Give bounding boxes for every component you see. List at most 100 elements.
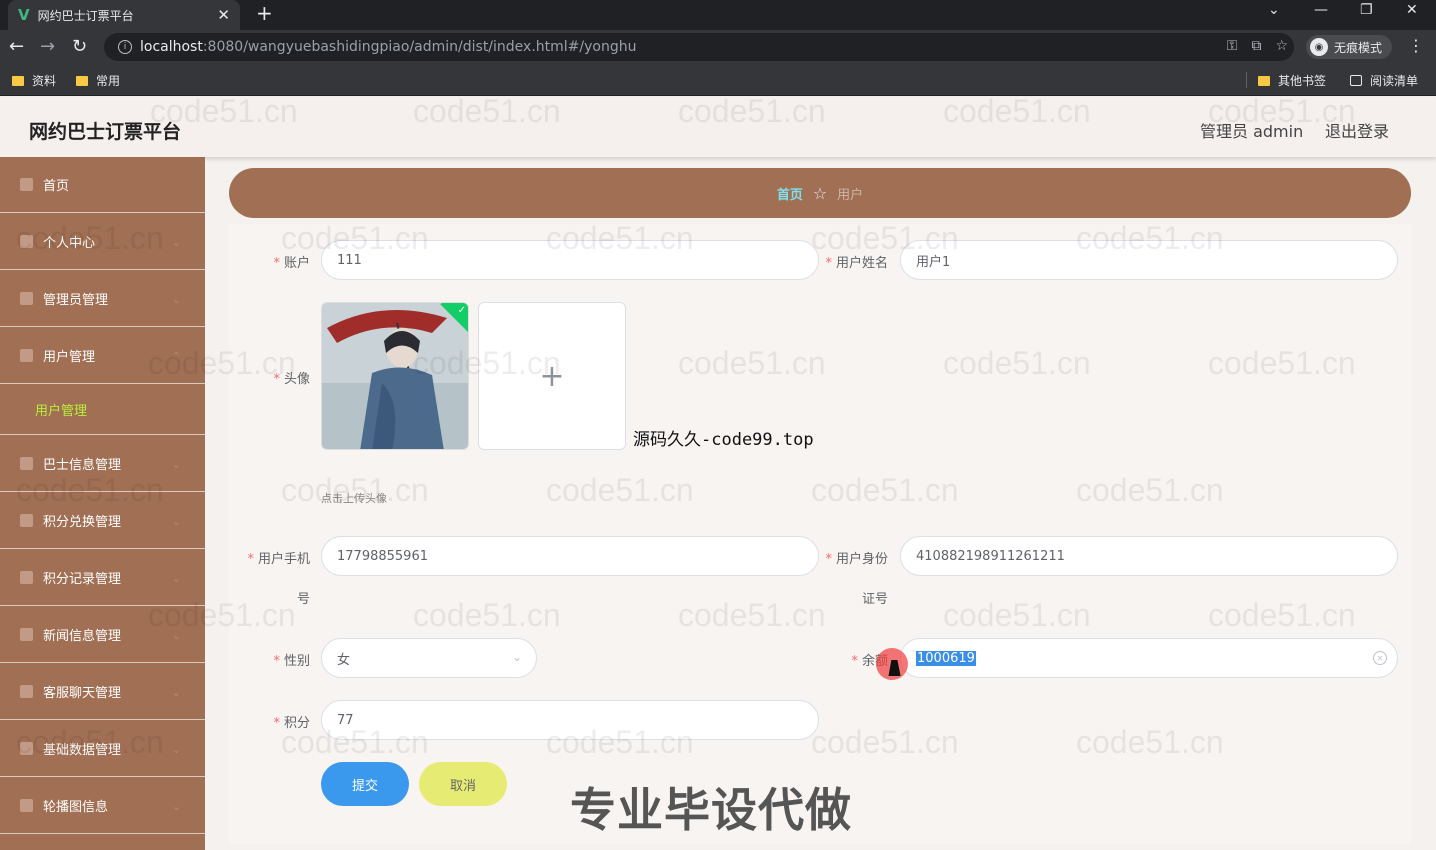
sidebar-item-points-log[interactable]: 积分记录管理 ⌄ — [0, 550, 205, 606]
clear-icon[interactable]: ✕ — [1373, 651, 1387, 665]
avatar-image[interactable]: ✓ — [321, 302, 469, 450]
star-icon: ☆ — [812, 183, 828, 203]
points-input[interactable]: 77 — [321, 700, 819, 740]
chevron-down-icon: ⌄ — [171, 800, 181, 813]
chevron-down-icon: ⌄ — [171, 236, 181, 249]
chevron-down-icon: ⌄ — [171, 572, 181, 585]
admin-label: 管理员 admin — [1200, 122, 1304, 141]
submit-button[interactable]: 提交 — [321, 762, 409, 806]
sidebar-item-exchange[interactable]: 积分兑换管理 ⌄ — [0, 493, 205, 549]
breadcrumb: 首页 ☆ 用户 — [229, 168, 1411, 218]
sidebar-subitem-users[interactable]: 用户管理 — [0, 385, 205, 435]
window-close-icon[interactable]: ✕ — [1406, 2, 1418, 18]
sidebar-item-profile[interactable]: 个人中心 ⌄ — [0, 214, 205, 270]
username-input[interactable]: 用户1 — [900, 240, 1398, 280]
cancel-button[interactable]: 取消 — [419, 762, 507, 806]
home-icon — [20, 178, 33, 191]
browser-tab[interactable]: V 网约巴士订票平台 ✕ — [8, 0, 240, 30]
other-bookmarks[interactable]: 其他书签 — [1258, 72, 1326, 89]
sidebar-item-admins[interactable]: 管理员管理 ⌄ — [0, 271, 205, 327]
breadcrumb-home[interactable]: 首页 — [777, 184, 803, 203]
key-icon[interactable]: ⚿ — [1227, 38, 1238, 54]
tab-search-icon[interactable]: ⌄ — [1268, 2, 1280, 18]
promo-overlay-text: 专业毕设代做 — [570, 783, 852, 837]
new-tab-icon[interactable]: + — [256, 1, 273, 25]
database-icon — [20, 742, 33, 755]
reading-list[interactable]: 阅读清单 — [1350, 72, 1418, 89]
chevron-down-icon: ⌄ — [171, 686, 181, 699]
bus-icon — [20, 457, 33, 470]
idcard-input[interactable]: 410882198911261211 — [900, 536, 1398, 576]
news-icon — [20, 628, 33, 641]
bookmark-divider — [1246, 72, 1247, 88]
browser-tab-bar: V 网约巴士订票平台 ✕ + ⌄ — ❐ ✕ — [0, 0, 1436, 30]
translate-icon[interactable]: ⧉ — [1251, 38, 1261, 54]
chevron-down-icon: ⌄ — [171, 743, 181, 756]
balance-value: 1000619 — [916, 650, 976, 666]
phone-label-cont: 号 — [296, 592, 310, 607]
folder-icon — [1258, 75, 1270, 86]
url-host: localhost — [140, 39, 203, 55]
forward-icon[interactable]: → — [40, 36, 55, 57]
folder-icon — [76, 75, 88, 86]
sidebar-item-news[interactable]: 新闻信息管理 ⌄ — [0, 607, 205, 663]
avatar-illustration — [322, 303, 468, 449]
avatar-label: * 头像 — [273, 372, 310, 387]
sidebar-item-chat[interactable]: 客服聊天管理 ⌄ — [0, 664, 205, 720]
mic-icon — [20, 514, 33, 527]
app-header: 网约巴士订票平台 管理员 admin 退出登录 — [0, 97, 1436, 157]
sidebar-item-basic-data[interactable]: 基础数据管理 ⌄ — [0, 721, 205, 777]
gender-value: 女 — [337, 652, 351, 668]
tab-close-icon[interactable]: ✕ — [217, 6, 230, 24]
check-icon: ✓ — [457, 305, 466, 316]
idcard-label: * 用户身份 — [825, 552, 888, 567]
url-bar[interactable]: i localhost :8080/wangyuebashidingpiao/a… — [104, 33, 1294, 61]
gender-select[interactable]: 女 ⌄ — [321, 638, 537, 678]
chevron-down-icon: ⌄ — [171, 458, 181, 471]
sidebar-item-home[interactable]: 首页 — [0, 157, 205, 213]
chevron-down-icon: ⌄ — [171, 629, 181, 642]
folder-icon — [12, 75, 24, 86]
account-input[interactable]: 111 — [321, 240, 819, 280]
points-label: * 积分 — [273, 716, 310, 731]
phone-label: * 用户手机 — [247, 552, 310, 567]
incognito-badge[interactable]: ◉ 无痕模式 — [1306, 35, 1393, 59]
bookmarks-bar: 资料 常用 其他书签 阅读清单 — [0, 64, 1436, 96]
app-title: 网约巴士订票平台 — [29, 121, 182, 143]
vue-logo-icon: V — [18, 6, 30, 24]
minimize-icon[interactable]: — — [1314, 2, 1328, 18]
breadcrumb-current: 用户 — [837, 187, 864, 203]
chevron-down-icon: ⌄ — [171, 515, 181, 528]
bookmark-folder[interactable]: 资料 — [12, 72, 56, 89]
browser-menu-icon[interactable]: ⋮ — [1408, 36, 1424, 55]
phone-input[interactable]: 17798855961 — [321, 536, 819, 576]
restore-icon[interactable]: ❐ — [1360, 2, 1373, 18]
username-label: * 用户姓名 — [825, 256, 888, 271]
logout-link[interactable]: 退出登录 — [1325, 118, 1389, 142]
back-icon[interactable]: ← — [9, 36, 24, 57]
address-toolbar: ← → ↻ i localhost :8080/wangyuebashiding… — [0, 30, 1436, 64]
reload-icon[interactable]: ↻ — [72, 36, 87, 57]
mail-icon — [20, 292, 33, 305]
sidebar-item-users[interactable]: 用户管理 ⌃ — [0, 328, 205, 384]
user-icon — [20, 235, 33, 248]
chevron-down-icon: ⌄ — [171, 293, 181, 306]
incognito-icon: ◉ — [1310, 38, 1328, 56]
site-info-icon[interactable]: i — [118, 40, 132, 54]
bookmark-folder[interactable]: 常用 — [76, 72, 120, 89]
chat-icon — [20, 685, 33, 698]
sidebar-item-bus[interactable]: 巴士信息管理 ⌄ — [0, 436, 205, 492]
source-overlay-text: 源码久久-code99.top — [633, 430, 814, 450]
image-icon — [20, 799, 33, 812]
grid-icon — [20, 571, 33, 584]
balance-input[interactable]: 1000619 ✕ — [900, 638, 1398, 678]
reading-list-icon — [1350, 75, 1362, 86]
chevron-down-icon: ⌄ — [511, 650, 522, 664]
bookmark-star-icon[interactable]: ☆ — [1275, 38, 1288, 54]
chevron-up-icon: ⌃ — [171, 350, 181, 363]
sidebar-item-carousel[interactable]: 轮播图信息 ⌄ — [0, 778, 205, 834]
url-path: :8080/wangyuebashidingpiao/admin/dist/in… — [202, 39, 637, 55]
incognito-label: 无痕模式 — [1334, 40, 1383, 55]
account-label: * 账户 — [273, 256, 310, 271]
avatar-upload-button[interactable]: + — [478, 302, 626, 450]
